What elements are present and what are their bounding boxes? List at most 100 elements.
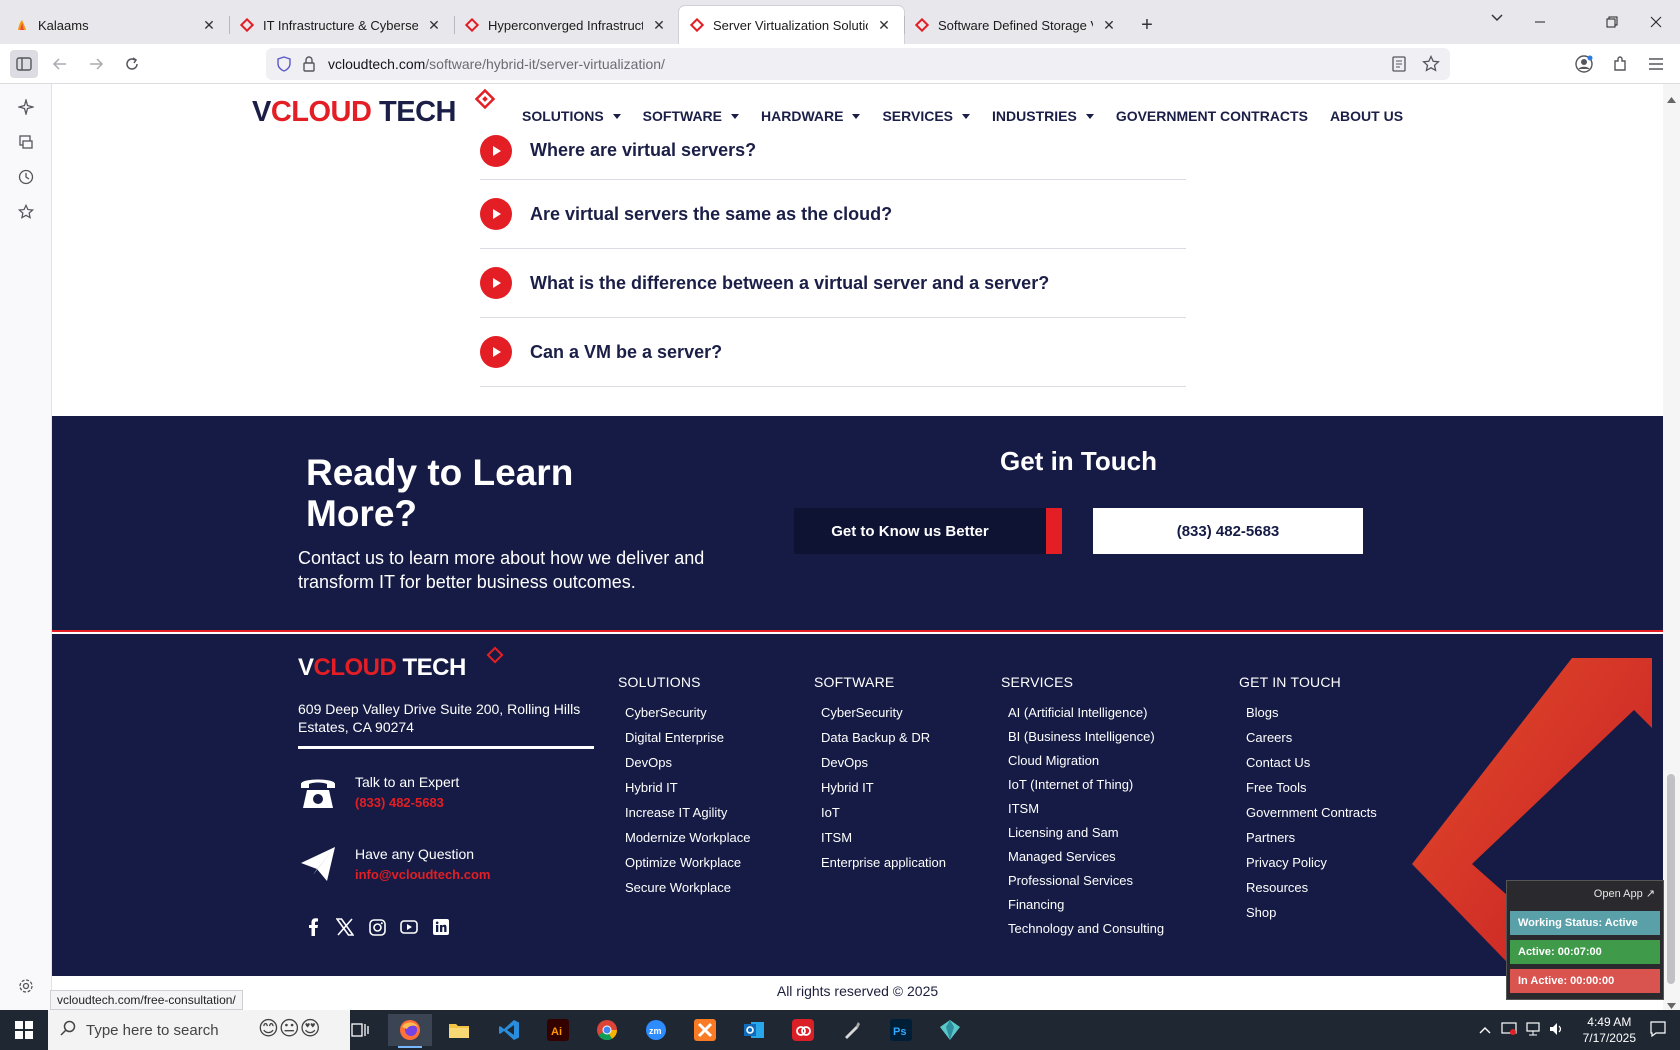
close-icon[interactable]: ✕ [426,17,442,34]
footer-link[interactable]: Secure Workplace [625,879,750,904]
footer-link[interactable]: Data Backup & DR [821,729,946,754]
vcloud-tech-logo[interactable]: VCLOUD TECH [252,96,456,129]
lock-icon[interactable] [302,56,316,75]
footer-link[interactable]: DevOps [821,754,946,779]
vscode-icon[interactable] [487,1014,531,1046]
youtube-icon[interactable] [400,918,418,936]
taskbar-search[interactable]: Type here to search 😊😐😍 [48,1010,350,1050]
faq-item[interactable]: What is the difference between a virtual… [480,249,1186,318]
reader-view-icon[interactable] [1392,56,1406,75]
scroll-up-icon[interactable] [1667,90,1676,108]
back-icon[interactable] [46,50,74,78]
footer-link[interactable]: Shop [1246,904,1377,929]
phone-button[interactable]: (833) 482-5683 [1093,508,1363,554]
network-icon[interactable] [1525,1021,1541,1039]
footer-link[interactable]: Careers [1246,729,1377,754]
footer-link[interactable]: AI (Artificial Intelligence) [1008,704,1164,728]
sidebar-toggle-icon[interactable] [10,50,38,78]
settings-gear-icon[interactable] [14,974,38,998]
footer-link[interactable]: Partners [1246,829,1377,854]
menu-hamburger-icon[interactable] [1642,50,1670,78]
x-icon[interactable] [336,918,354,936]
creative-cloud-icon[interactable] [781,1014,825,1046]
faq-item[interactable]: Are virtual servers the same as the clou… [480,180,1186,249]
window-close-icon[interactable] [1628,0,1680,44]
photoshop-icon[interactable]: Ps [879,1014,923,1046]
tab-software-defined-storage[interactable]: Software Defined Storage Virtu ✕ [904,6,1129,44]
footer-link[interactable]: Privacy Policy [1246,854,1377,879]
facebook-icon[interactable] [304,918,322,936]
xampp-icon[interactable] [683,1014,727,1046]
footer-link[interactable]: Cloud Migration [1008,752,1164,776]
minimize-icon[interactable] [1512,0,1568,44]
footer-email-link[interactable]: info@vcloudtech.com [355,867,490,882]
bookmarks-star-icon[interactable] [14,200,38,224]
footer-link[interactable]: Professional Services [1008,872,1164,896]
tray-app-icon[interactable] [1501,1021,1517,1039]
talk-to-expert[interactable]: Talk to an Expert (833) 482-5683 [298,772,459,812]
extensions-icon[interactable] [1606,50,1634,78]
footer-link[interactable]: Hybrid IT [625,779,750,804]
forward-icon[interactable] [82,50,110,78]
address-bar[interactable]: vcloudtech.com/software/hybrid-it/server… [266,48,1450,80]
footer-link[interactable]: Increase IT Agility [625,804,750,829]
footer-link[interactable]: Optimize Workplace [625,854,750,879]
scrollbar-thumb[interactable] [1667,774,1675,984]
footer-link[interactable]: IoT [821,804,946,829]
nav-about-us[interactable]: ABOUT US [1330,108,1403,124]
open-app-link[interactable]: Open App ↗ [1594,887,1655,900]
footer-link[interactable]: Resources [1246,879,1377,904]
instagram-icon[interactable] [368,918,386,936]
tab-server-virtualization[interactable]: Server Virtualization Solutions & ✕ [679,6,904,44]
footer-link[interactable]: Enterprise application [821,854,946,879]
task-view-icon[interactable] [338,1014,382,1046]
close-icon[interactable]: ✕ [201,17,217,34]
synced-tabs-icon[interactable] [14,130,38,154]
footer-link[interactable]: Digital Enterprise [625,729,750,754]
tab-hyperconverged[interactable]: Hyperconverged Infrastructure ✕ [454,6,679,44]
account-icon[interactable] [1570,50,1598,78]
gem-app-icon[interactable] [928,1014,972,1046]
volume-icon[interactable] [1549,1022,1565,1039]
list-all-tabs-chevron-icon[interactable] [1490,10,1504,27]
pen-tool-icon[interactable] [830,1014,874,1046]
outlook-icon[interactable] [732,1014,776,1046]
get-to-know-us-button[interactable]: Get to Know us Better [794,508,1062,554]
close-icon[interactable]: ✕ [651,17,667,34]
illustrator-icon[interactable]: Ai [536,1014,580,1046]
windows-start-icon[interactable] [0,1010,48,1050]
footer-link[interactable]: CyberSecurity [625,704,750,729]
firefox-app-icon[interactable] [388,1014,432,1048]
tab-it-infrastructure[interactable]: IT Infrastructure & Cybersecurit ✕ [229,6,454,44]
footer-phone-link[interactable]: (833) 482-5683 [355,795,459,810]
shield-icon[interactable] [276,56,292,75]
footer-link[interactable]: Technology and Consulting [1008,920,1164,944]
have-a-question[interactable]: Have any Question info@vcloudtech.com [298,844,490,884]
footer-link[interactable]: ITSM [1008,800,1164,824]
reload-icon[interactable] [118,50,146,78]
close-icon[interactable]: ✕ [1101,17,1117,34]
footer-link[interactable]: Contact Us [1246,754,1377,779]
footer-link[interactable]: ITSM [821,829,946,854]
history-clock-icon[interactable] [14,165,38,189]
footer-link[interactable]: Free Tools [1246,779,1377,804]
footer-link[interactable]: Managed Services [1008,848,1164,872]
footer-link[interactable]: CyberSecurity [821,704,946,729]
footer-link[interactable]: Hybrid IT [821,779,946,804]
bookmark-star-icon[interactable] [1422,54,1440,76]
footer-link[interactable]: Government Contracts [1246,804,1377,829]
faq-item[interactable]: Where are virtual servers? [480,122,1186,180]
footer-link[interactable]: DevOps [625,754,750,779]
tray-overflow-chevron-icon[interactable] [1479,1023,1491,1037]
chrome-icon[interactable] [585,1014,629,1046]
footer-link[interactable]: IoT (Internet of Thing) [1008,776,1164,800]
footer-link[interactable]: Financing [1008,896,1164,920]
faq-item[interactable]: Can a VM be a server? [480,318,1186,387]
footer-link[interactable]: Licensing and Sam [1008,824,1164,848]
footer-logo[interactable]: VCLOUD TECH [298,654,466,682]
footer-link[interactable]: Modernize Workplace [625,829,750,854]
page-scrollbar[interactable] [1663,84,1680,1010]
taskbar-clock[interactable]: 4:49 AM 7/17/2025 [1583,1014,1636,1046]
notifications-icon[interactable] [1650,1020,1666,1040]
footer-link[interactable]: BI (Business Intelligence) [1008,728,1164,752]
